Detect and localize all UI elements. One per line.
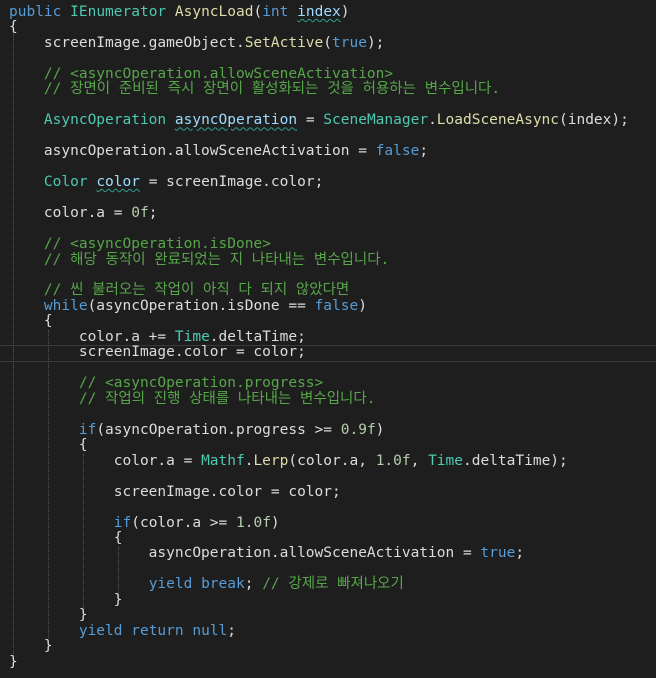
code-line[interactable]: // 장면이 준비된 즉시 장면이 활성화되는 것을 허용하는 변수입니다. xyxy=(9,80,500,98)
code-line[interactable]: AsyncOperation asyncOperation = SceneMan… xyxy=(9,111,629,129)
code-token: ; xyxy=(244,576,263,593)
code-token: ; xyxy=(227,622,237,639)
code-line[interactable]: Color color = screenImage.color; xyxy=(9,173,323,191)
code-token: color.a = xyxy=(9,452,202,469)
code-token: 0.9f xyxy=(340,421,376,438)
code-token: Time xyxy=(428,452,463,469)
code-token: . xyxy=(428,112,437,129)
code-token: ) xyxy=(340,4,350,20)
code-token: ) xyxy=(358,297,367,314)
code-token: color xyxy=(96,174,140,191)
code-token: (color.a, xyxy=(288,452,376,469)
code-token: IEnumerator xyxy=(70,4,167,20)
code-token: break xyxy=(201,576,245,593)
code-line[interactable]: public IEnumerator AsyncLoad(int index) xyxy=(9,3,350,21)
code-token: ; xyxy=(419,143,429,160)
code-token: AsyncOperation xyxy=(43,112,167,129)
code-token: index xyxy=(297,4,341,20)
code-token: ( xyxy=(323,34,333,51)
code-token: (asyncOperation.progress >= xyxy=(96,421,341,438)
code-token: = xyxy=(297,112,324,129)
code-token: int xyxy=(262,4,289,20)
code-token: ( xyxy=(253,4,263,20)
code-token: Mathf xyxy=(201,452,245,469)
code-token: (index); xyxy=(559,112,629,129)
code-token: screenImage.color = color; xyxy=(9,483,341,500)
code-token: ) xyxy=(375,421,385,438)
code-token: LoadSceneAsync xyxy=(436,112,560,129)
code-line[interactable]: screenImage.color = color; xyxy=(9,483,341,501)
code-token: .deltaTime); xyxy=(463,452,568,469)
code-token: // 장면이 준비된 즉시 장면이 활성화되는 것을 허용하는 변수입니다. xyxy=(9,81,501,98)
code-token: ) xyxy=(270,514,280,531)
code-token: (asyncOperation.isDone == xyxy=(87,297,315,314)
code-token: // 작업의 진행 상태를 나타내는 변수입니다. xyxy=(9,390,376,407)
code-token: AsyncLoad xyxy=(174,4,254,20)
code-token: screenImage.color = color; xyxy=(9,344,306,361)
code-line[interactable]: screenImage.gameObject.SetActive(true); xyxy=(9,34,385,52)
code-token: yield xyxy=(148,576,193,593)
code-line[interactable]: color.a = 0f; xyxy=(9,204,158,222)
code-line[interactable]: asyncOperation.allowSceneActivation = fa… xyxy=(9,142,428,160)
code-token: SceneManager xyxy=(323,112,429,129)
code-line[interactable]: // 해당 동작이 완료되었는 지 나타내는 변수입니다. xyxy=(9,251,389,269)
code-line[interactable]: screenImage.color = color; xyxy=(9,343,306,361)
code-token: Lerp xyxy=(253,452,289,469)
code-token: ; xyxy=(515,545,525,562)
code-token: asyncOperation xyxy=(174,112,298,129)
code-line[interactable]: // 작업의 진행 상태를 나타내는 변수입니다. xyxy=(9,390,376,408)
code-line[interactable]: } xyxy=(9,653,18,671)
code-token: Color xyxy=(43,174,88,191)
code-token: , xyxy=(410,452,429,469)
code-editor[interactable]: public IEnumerator AsyncLoad(int index){… xyxy=(0,0,656,678)
code-token: null xyxy=(192,622,228,639)
code-token: 0f xyxy=(131,205,149,222)
code-token: SetActive xyxy=(244,34,324,51)
code-token: = screenImage.color; xyxy=(139,174,324,191)
code-token: asyncOperation.allowSceneActivation = xyxy=(9,143,376,160)
code-token: color.a = xyxy=(9,205,132,222)
code-token: false xyxy=(375,143,420,160)
code-token: (color.a >= xyxy=(131,514,236,531)
code-token: ); xyxy=(366,34,385,51)
code-line[interactable]: color.a = Mathf.Lerp(color.a, 1.0f, Time… xyxy=(9,452,568,470)
code-token: true xyxy=(332,34,367,51)
code-line[interactable]: asyncOperation.allowSceneActivation = tr… xyxy=(9,544,524,562)
code-token: yield xyxy=(78,622,123,639)
code-token: ; xyxy=(148,205,158,222)
code-token: asyncOperation.allowSceneActivation = xyxy=(9,545,481,562)
code-line[interactable]: while(asyncOperation.isDone == false) xyxy=(9,297,367,315)
code-token: true xyxy=(480,545,516,562)
code-token: return xyxy=(131,622,184,639)
code-token: } xyxy=(9,653,18,670)
code-token: // 해당 동작이 완료되었는 지 나타내는 변수입니다. xyxy=(9,251,390,268)
code-token: // 강제로 빠져나오기 xyxy=(262,576,404,593)
code-token: 1.0f xyxy=(375,452,411,469)
code-token: screenImage.gameObject. xyxy=(9,34,245,51)
code-token: 1.0f xyxy=(236,514,271,531)
code-token: false xyxy=(314,297,359,314)
